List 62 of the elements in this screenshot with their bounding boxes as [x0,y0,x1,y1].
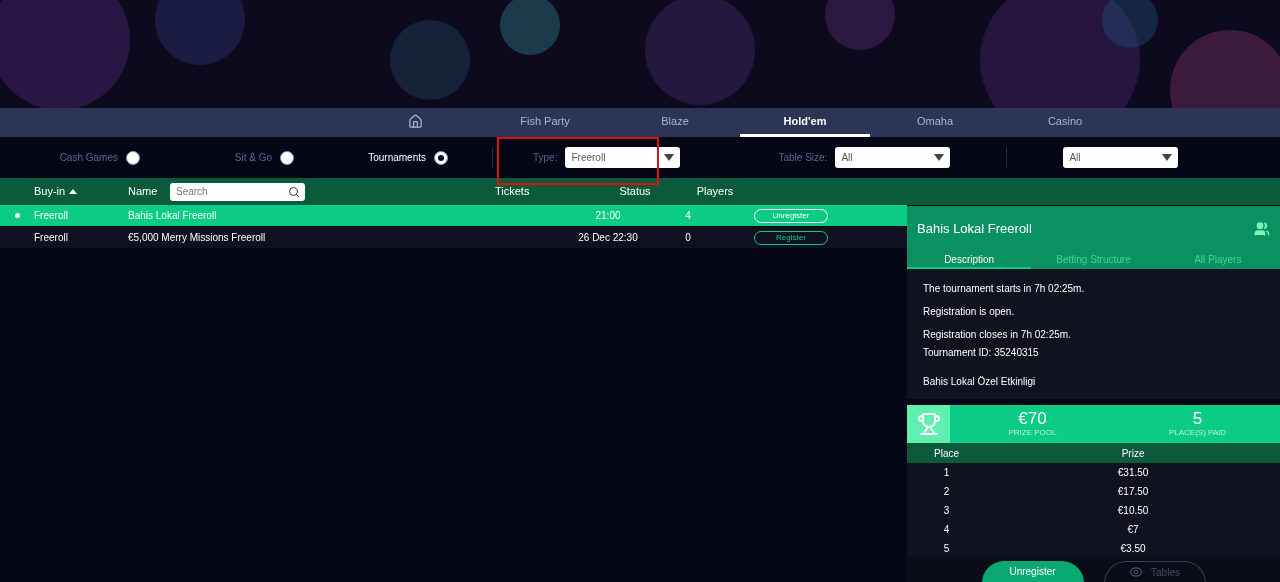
filter-dropdown[interactable]: All [1063,147,1179,168]
table-cell-text: 0 [684,231,692,245]
column-header[interactable]: Status [585,183,685,200]
sort-icon [69,189,78,194]
description-text: Bahis Lokal Özel Etkinligi [923,375,1037,389]
prize-pool-label: PRIZE POOL [1008,426,1057,439]
filter-dropdown[interactable]: Freeroll [565,147,681,168]
nav-tab[interactable]: Blaze [610,108,740,137]
home-icon [407,113,423,129]
table-cell-text: Bahis Lokal Freeroll [128,209,218,223]
table-cell-text: 1 [942,466,951,481]
table-cell-text: 21:00 [594,209,622,223]
column-header[interactable]: Players [685,183,745,200]
players-icon [1254,221,1270,237]
caret-icon [934,154,945,161]
nav-tab[interactable]: Casino [1000,108,1130,137]
trophy-icon [916,412,941,437]
table-cell-text: €31.50 [1116,466,1150,481]
nav-tab[interactable]: Fish Party [480,108,610,137]
table-cell-text: €17.50 [1116,485,1150,500]
table-cell-text: 5 [942,542,951,557]
table-cell-text: €3.50 [1119,542,1147,557]
radio-button[interactable] [280,150,294,165]
mode-label: Cash Games [59,151,118,165]
column-header[interactable]: Tickets [495,183,585,200]
table-cell-text: Freeroll [34,231,69,245]
prize-pool-value: €70 [1018,409,1047,427]
search-field[interactable]: Search [170,182,305,201]
table-cell-text: 2 [942,485,951,500]
column-header: Prize [1120,446,1146,461]
tournament-title: Bahis Lokal Freeroll [917,220,1032,239]
places-paid-value: 5 [1192,409,1203,427]
table-cell-text: €7 [1126,523,1140,538]
table-row[interactable]: Freeroll €5,000 Merry Missions Freeroll 26 Dec 22:30 0 Register [0,227,907,248]
radio-button[interactable] [126,150,140,165]
filter-label: Type: [533,151,558,165]
eye-icon [1129,565,1144,580]
caret-icon [664,154,675,161]
nav-tab[interactable]: Hold'em [740,108,870,137]
filter-dropdown[interactable]: All [835,147,951,168]
column-header[interactable]: Buy-in [34,183,128,200]
table-cell-text: 26 Dec 22:30 [577,231,639,245]
table-cell-text: €10.50 [1116,504,1150,519]
description-text: Registration is open. [923,305,1016,319]
places-paid-label: PLACE(S) PAID [1168,426,1227,439]
mode-label: Tournaments [368,151,426,165]
nav-tab[interactable]: Omaha [870,108,1000,137]
description-text: The tournament starts in 7h 02:25m. [923,282,1086,296]
radio-button[interactable] [434,150,448,165]
search-icon [288,185,300,198]
column-header: Place [933,446,961,461]
table-cell-text: 4 [684,209,692,223]
table-cell-text: 4 [942,523,951,538]
description-text: Tournament ID: 35240315 [923,346,1040,360]
table-cell-text: €5,000 Merry Missions Freeroll [128,231,267,245]
column-header[interactable]: Name [128,183,170,200]
filter-label: Table Size: [778,151,828,165]
table-cell-text: Freeroll [34,209,69,223]
table-cell-text: 3 [942,504,951,519]
caret-icon [1162,154,1173,161]
description-text: Registration closes in 7h 02:25m. [923,328,1072,342]
mode-label: Sit & Go [234,151,272,165]
